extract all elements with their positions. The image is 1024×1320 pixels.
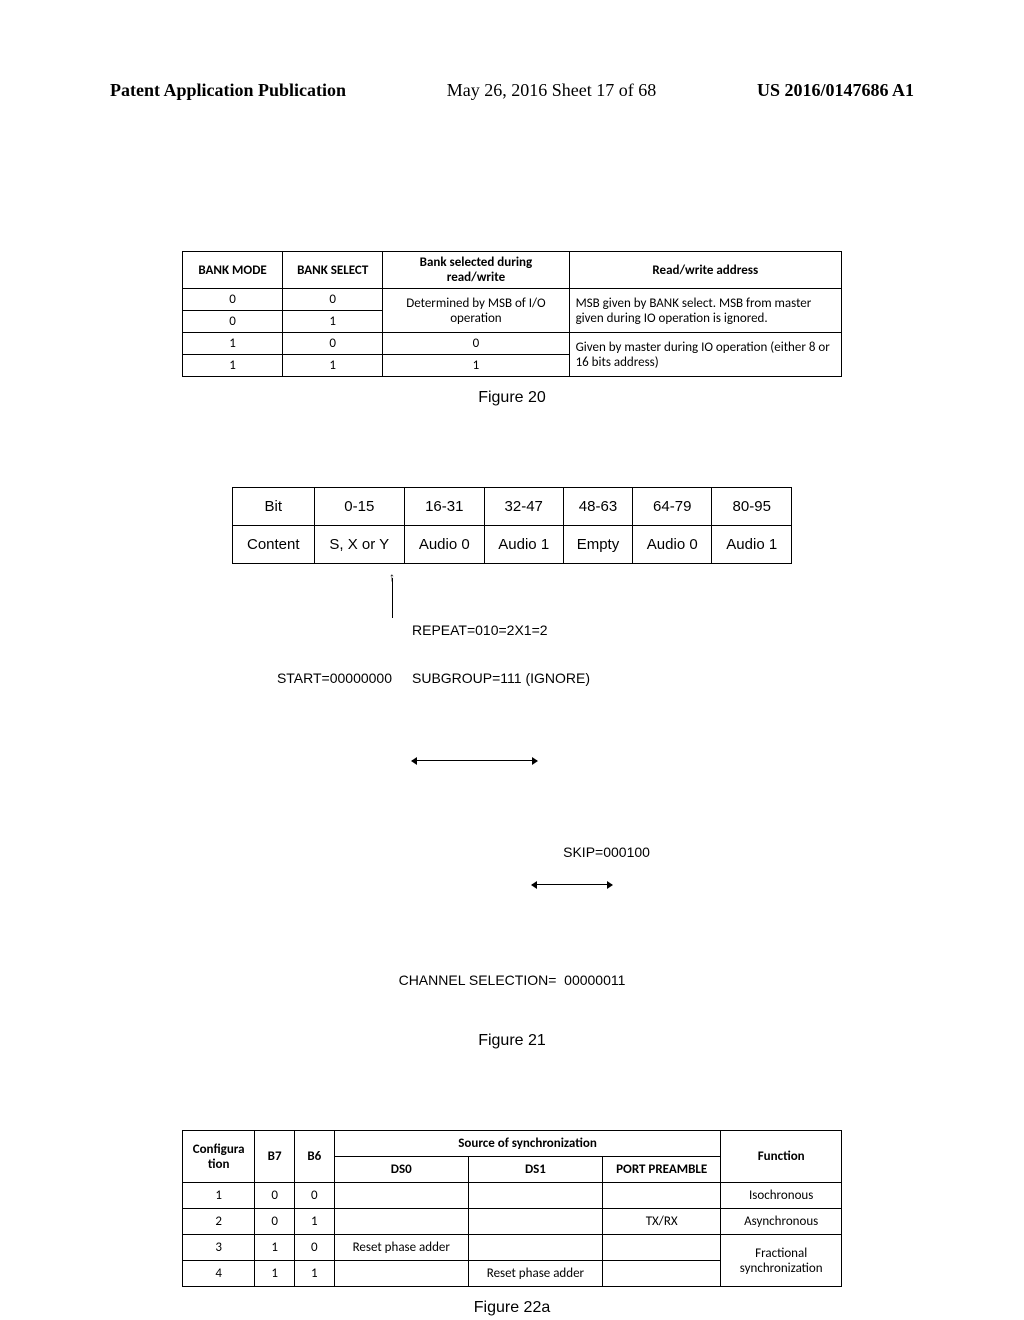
fig21-cell: Audio 1: [484, 526, 563, 564]
figure-22a-table: Configura tion B7 B6 Source of synchroni…: [182, 1130, 842, 1287]
fig21-start: START=00000000: [232, 670, 402, 686]
fig21-cell: 0-15: [314, 488, 405, 526]
fig20-th-rw: Read/write address: [569, 252, 841, 289]
figure-20-caption: Figure 20: [110, 389, 914, 407]
fig22-cell: [468, 1209, 602, 1235]
fig21-cell: Empty: [563, 526, 632, 564]
fig21-cell: 16-31: [405, 488, 484, 526]
fig22-cell: [468, 1235, 602, 1261]
fig21-repeat: REPEAT=010=2X1=2: [402, 622, 548, 638]
fig21-label: Content: [233, 526, 315, 564]
fig22-cell: [334, 1261, 468, 1287]
figure-21-block: Bit 0-15 16-31 32-47 48-63 64-79 80-95 C…: [232, 487, 792, 1050]
fig21-cell: 64-79: [633, 488, 712, 526]
fig22-cell: [602, 1183, 720, 1209]
fig21-subgroup: SUBGROUP=111 (IGNORE): [402, 670, 590, 686]
fig20-cell: 1: [183, 355, 283, 377]
fig22-th: Source of synchronization: [334, 1131, 721, 1157]
figure-21-table: Bit 0-15 16-31 32-47 48-63 64-79 80-95 C…: [232, 487, 792, 564]
fig22-cell: Reset phase adder: [334, 1235, 468, 1261]
fig22-cell: 4: [183, 1261, 255, 1287]
fig20-th-selected: Bank selected during read/write: [383, 252, 569, 289]
fig22-th: B6: [294, 1131, 334, 1183]
fig20-cell: 0: [383, 333, 569, 355]
fig22-th: DS0: [334, 1157, 468, 1183]
fig22-cell: [602, 1261, 720, 1287]
fig22-cell: 0: [294, 1183, 334, 1209]
fig22-cell: TX/RX: [602, 1209, 720, 1235]
fig20-th-banksel: BANK SELECT: [283, 252, 383, 289]
fig20-cell: MSB given by BANK select. MSB from maste…: [569, 289, 841, 333]
fig20-cell: 0: [283, 333, 383, 355]
fig21-channel: CHANNEL SELECTION= 00000011: [232, 972, 792, 988]
fig21-cell: Audio 1: [712, 526, 792, 564]
fig22-th: DS1: [468, 1157, 602, 1183]
fig21-cell: Audio 0: [405, 526, 484, 564]
fig22-th: B7: [255, 1131, 295, 1183]
fig21-cell: 48-63: [563, 488, 632, 526]
fig22-cell: [334, 1183, 468, 1209]
page-header: Patent Application Publication May 26, 2…: [110, 0, 914, 101]
figure-21-caption: Figure 21: [232, 1032, 792, 1050]
fig20-cell: 0: [183, 311, 283, 333]
fig22-cell: [602, 1235, 720, 1261]
fig20-cell: Given by master during IO operation (eit…: [569, 333, 841, 377]
fig22-cell: 1: [255, 1261, 295, 1287]
fig20-cell: 1: [383, 355, 569, 377]
fig22-cell: 1: [294, 1209, 334, 1235]
fig22-cell: 2: [183, 1209, 255, 1235]
fig22-cell: 1: [294, 1261, 334, 1287]
fig20-cell: 1: [183, 333, 283, 355]
fig22-cell: 1: [255, 1235, 295, 1261]
double-arrow-icon: [412, 750, 537, 764]
bracket-icon: [392, 578, 393, 618]
fig20-cell: 1: [283, 311, 383, 333]
fig22-cell: 0: [294, 1235, 334, 1261]
figure-22a-caption: Figure 22a: [110, 1299, 914, 1317]
fig22-cell: [468, 1183, 602, 1209]
fig21-annotations: REPEAT=010=2X1=2 START=00000000 SUBGROUP…: [232, 574, 792, 1020]
fig22-cell: Fractional synchronization: [721, 1235, 842, 1287]
fig20-cell: 0: [283, 289, 383, 311]
header-right: US 2016/0147686 A1: [757, 80, 914, 101]
fig22-cell: 0: [255, 1209, 295, 1235]
fig22-th: Configura tion: [183, 1131, 255, 1183]
fig20-cell: Determined by MSB of I/O operation: [383, 289, 569, 333]
fig22-cell: 0: [255, 1183, 295, 1209]
fig22-cell: Isochronous: [721, 1183, 842, 1209]
fig20-th-bankmode: BANK MODE: [183, 252, 283, 289]
header-left: Patent Application Publication: [110, 80, 346, 101]
fig22-cell: Reset phase adder: [468, 1261, 602, 1287]
fig22-cell: 1: [183, 1183, 255, 1209]
fig21-cell: Audio 0: [633, 526, 712, 564]
fig21-cell: 32-47: [484, 488, 563, 526]
fig22-cell: Asynchronous: [721, 1209, 842, 1235]
figure-20-table: BANK MODE BANK SELECT Bank selected duri…: [182, 251, 842, 377]
fig22-th: Function: [721, 1131, 842, 1183]
fig22-th: PORT PREAMBLE: [602, 1157, 720, 1183]
fig22-cell: [334, 1209, 468, 1235]
fig21-cell: S, X or Y: [314, 526, 405, 564]
fig21-label: Bit: [233, 488, 315, 526]
header-center: May 26, 2016 Sheet 17 of 68: [447, 80, 656, 101]
fig22-cell: 3: [183, 1235, 255, 1261]
fig21-skip: SKIP=000100: [563, 844, 650, 860]
fig20-cell: 0: [183, 289, 283, 311]
fig21-cell: 80-95: [712, 488, 792, 526]
double-arrow-icon: [532, 874, 612, 888]
fig20-cell: 1: [283, 355, 383, 377]
page: Patent Application Publication May 26, 2…: [0, 0, 1024, 1320]
